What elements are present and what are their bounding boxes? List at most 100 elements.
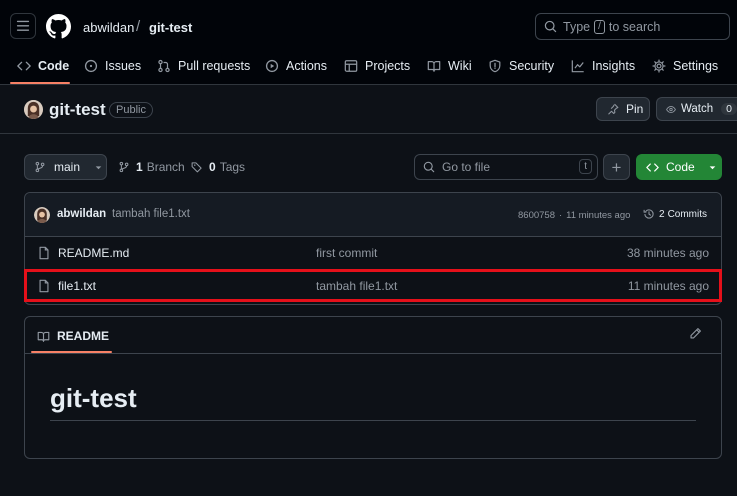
commit-author-avatar xyxy=(34,207,50,223)
tab-code[interactable]: Code xyxy=(17,56,69,76)
commits-label: Commits xyxy=(667,208,708,220)
gear-icon xyxy=(652,59,666,73)
file-icon xyxy=(39,246,49,260)
search-input[interactable]: Type / to search xyxy=(535,13,730,40)
play-icon xyxy=(265,59,279,73)
go-to-file-shortcut: t xyxy=(579,159,592,174)
branches-link[interactable]: 1 Branch xyxy=(118,160,185,174)
tab-settings[interactable]: Settings xyxy=(652,56,718,76)
issue-icon xyxy=(84,59,98,73)
tab-projects[interactable]: Projects xyxy=(344,56,410,76)
edit-readme-button[interactable] xyxy=(689,327,702,340)
readme-tab[interactable]: README xyxy=(37,329,109,343)
graph-icon xyxy=(571,60,584,73)
github-mark-icon xyxy=(46,14,71,39)
file-commit-message[interactable]: first commit xyxy=(316,246,377,260)
commit-author[interactable]: abwildan xyxy=(57,208,106,220)
repo-avatar xyxy=(24,100,43,119)
branch-count: 1 xyxy=(136,160,143,174)
add-file-button[interactable]: + xyxy=(603,154,630,180)
branch-label: Branch xyxy=(146,160,185,174)
caret-down-icon xyxy=(95,165,102,169)
pencil-icon xyxy=(690,328,701,339)
file-commit-time: 38 minutes ago xyxy=(626,246,709,260)
code-icon xyxy=(17,61,31,71)
pin-icon xyxy=(608,103,619,115)
tab-label: Pull requests xyxy=(178,59,251,73)
tab-label: Projects xyxy=(365,59,411,73)
search-suffix: to search xyxy=(608,19,661,34)
readme-tab-label: README xyxy=(57,329,110,343)
tab-actions[interactable]: Actions xyxy=(265,56,327,76)
breadcrumb-separator: / xyxy=(136,18,141,35)
avatar-image xyxy=(24,100,43,119)
tab-label: Issues xyxy=(105,59,142,73)
commit-message[interactable]: tambah file1.txt xyxy=(112,208,190,220)
go-to-file-placeholder: Go to file xyxy=(442,160,491,174)
pin-button[interactable]: Pin xyxy=(596,97,650,121)
tags-link[interactable]: 0 Tags xyxy=(191,160,245,174)
commits-count: 2 xyxy=(659,208,665,220)
eye-icon xyxy=(666,105,676,113)
search-icon xyxy=(423,161,435,173)
tab-label: Insights xyxy=(592,59,636,73)
book-icon xyxy=(37,331,50,342)
readme-heading: git-test xyxy=(50,383,137,413)
github-logo[interactable] xyxy=(46,14,71,39)
branch-name: main xyxy=(54,160,81,174)
repo-link[interactable]: git-test xyxy=(149,20,192,35)
history-icon xyxy=(643,209,654,219)
global-header: abwildan / git-test Type / to search Cod… xyxy=(0,0,737,85)
active-tab-indicator xyxy=(10,82,70,84)
book-icon xyxy=(427,61,441,72)
tab-label: Settings xyxy=(673,59,719,73)
owner-link[interactable]: abwildan xyxy=(83,20,134,35)
search-icon xyxy=(544,20,557,33)
tab-insights[interactable]: Insights xyxy=(571,56,635,76)
shield-icon xyxy=(489,59,501,73)
branch-selector[interactable]: main xyxy=(24,154,107,180)
commit-meta-separator: · xyxy=(558,210,563,221)
visibility-badge: Public xyxy=(109,102,153,118)
avatar-image xyxy=(34,207,50,223)
readme-heading-rule xyxy=(50,420,696,421)
table-row[interactable]: README.md first commit 38 minutes ago xyxy=(25,237,721,270)
tag-count: 0 xyxy=(209,160,216,174)
go-to-file-input[interactable]: Go to file t xyxy=(414,154,598,180)
code-button-label: Code xyxy=(666,160,695,174)
tab-label: Wiki xyxy=(448,59,472,73)
branch-icon xyxy=(35,161,45,173)
divider xyxy=(0,133,737,134)
tab-wiki[interactable]: Wiki xyxy=(427,56,472,76)
plus-icon: + xyxy=(611,157,622,177)
menu-button[interactable] xyxy=(10,13,36,39)
watch-button[interactable]: Watch 0 xyxy=(656,97,737,121)
commits-link[interactable]: 2 Commits xyxy=(643,208,707,220)
tag-label: Tags xyxy=(219,160,246,174)
highlight-box xyxy=(24,269,722,302)
code-button[interactable]: Code xyxy=(636,154,722,180)
search-shortcut-key: / xyxy=(594,19,605,34)
tab-label: Code xyxy=(38,59,70,73)
tab-issues[interactable]: Issues xyxy=(84,56,141,76)
readme-header-divider xyxy=(25,353,721,354)
search-prefix: Type xyxy=(563,19,591,34)
tab-pull-requests[interactable]: Pull requests xyxy=(157,56,250,76)
caret-down-icon xyxy=(709,165,715,169)
table-icon xyxy=(344,60,358,72)
commit-hash[interactable]: 8600758 xyxy=(518,210,555,221)
watch-count: 0 xyxy=(721,103,737,115)
branch-icon xyxy=(119,161,129,173)
code-icon xyxy=(646,162,659,172)
pull-request-icon xyxy=(158,59,170,73)
tag-icon xyxy=(191,162,202,173)
pin-label: Pin xyxy=(626,102,644,116)
watch-label: Watch xyxy=(680,103,714,115)
tab-security[interactable]: Security xyxy=(488,56,554,76)
tab-label: Actions xyxy=(286,59,327,73)
hamburger-icon xyxy=(16,20,30,31)
tab-label: Security xyxy=(509,59,555,73)
file-name[interactable]: README.md xyxy=(58,246,129,260)
repo-title[interactable]: git-test xyxy=(49,100,106,120)
commit-time: 11 minutes ago xyxy=(566,210,631,221)
